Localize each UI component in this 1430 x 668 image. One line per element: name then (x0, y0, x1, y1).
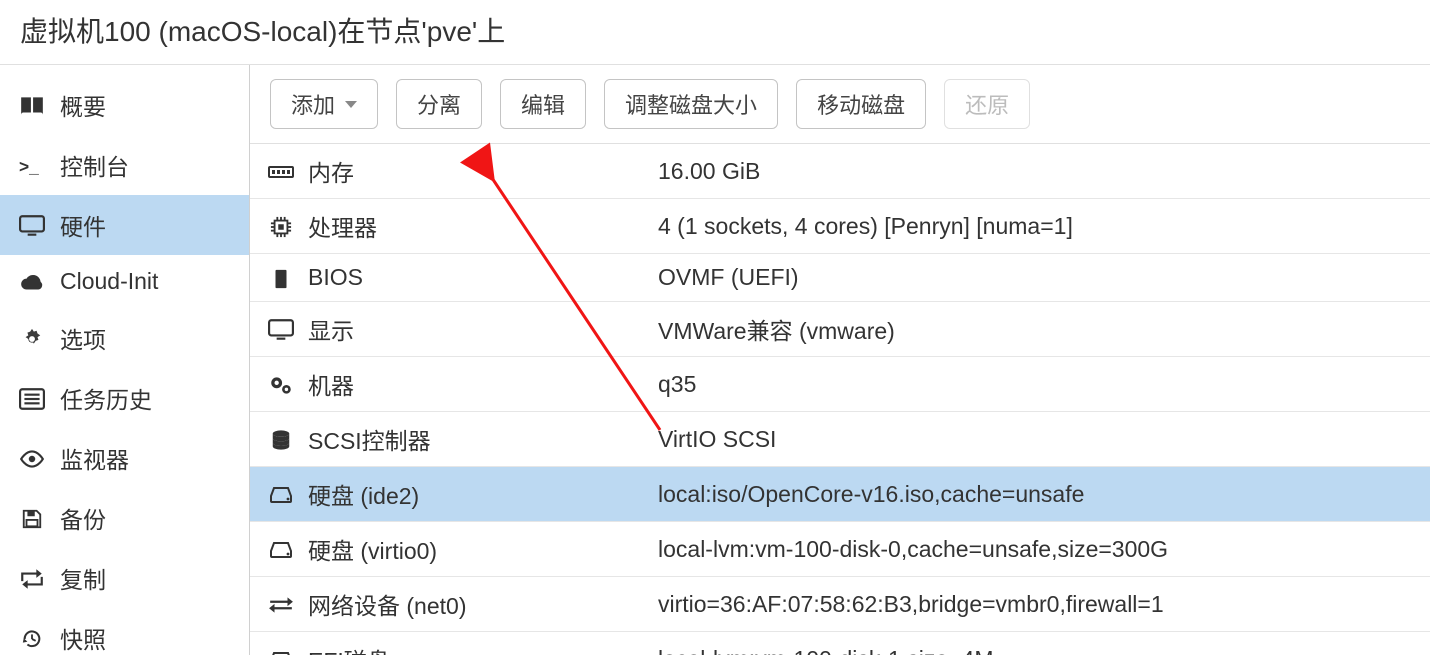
save-icon (18, 505, 46, 532)
sidebar-item-2[interactable]: 硬件 (0, 195, 249, 255)
hardware-row-value: VMWare兼容 (vmware) (658, 312, 1430, 346)
hardware-row-label: EFI磁盘 (308, 642, 658, 655)
hdd-icon (268, 536, 308, 563)
sidebar-item-label: 备份 (60, 501, 106, 535)
hardware-row-value: local-lvm:vm-100-disk-0,cache=unsafe,siz… (658, 536, 1430, 563)
sidebar-item-label: 任务历史 (60, 381, 152, 415)
edit-button[interactable]: 编辑 (500, 79, 586, 129)
sidebar-item-label: 监视器 (60, 441, 129, 475)
hardware-table: 内存16.00 GiB处理器4 (1 sockets, 4 cores) [Pe… (250, 144, 1430, 655)
detach-button[interactable]: 分离 (396, 79, 482, 129)
chip-icon (268, 264, 308, 291)
hardware-row-label: 网络设备 (net0) (308, 587, 658, 621)
cloud-icon (18, 268, 46, 295)
toolbar: 添加 分离 编辑 调整磁盘大小 移动磁盘 还原 (250, 65, 1430, 144)
hardware-row-value: virtio=36:AF:07:58:62:B3,bridge=vmbr0,fi… (658, 591, 1430, 618)
hardware-row[interactable]: 显示VMWare兼容 (vmware) (250, 302, 1430, 357)
hardware-row-label: SCSI控制器 (308, 422, 658, 456)
sidebar-item-0[interactable]: 概要 (0, 75, 249, 135)
hdd-icon (268, 646, 308, 656)
hardware-row-label: 内存 (308, 154, 658, 188)
monitor-icon (268, 316, 308, 343)
cpu-icon (268, 213, 308, 240)
hardware-row[interactable]: 硬盘 (ide2)local:iso/OpenCore-v16.iso,cach… (250, 467, 1430, 522)
sidebar-item-3[interactable]: Cloud-Init (0, 255, 249, 308)
hardware-row-value: 4 (1 sockets, 4 cores) [Penryn] [numa=1] (658, 213, 1430, 240)
hardware-row-value: OVMF (UEFI) (658, 264, 1430, 291)
sidebar-item-9[interactable]: 快照 (0, 608, 249, 668)
restore-button: 还原 (944, 79, 1030, 129)
hardware-row-label: BIOS (308, 264, 658, 291)
hardware-row[interactable]: EFI磁盘local-lvm:vm-100-disk-1,size=4M (250, 632, 1430, 655)
database-icon (268, 426, 308, 453)
sidebar-item-label: 概要 (60, 88, 106, 122)
retweet-icon (18, 565, 46, 592)
page-title: 虚拟机100 (macOS-local)在节点'pve'上 (0, 0, 1430, 65)
hardware-row-label: 处理器 (308, 209, 658, 243)
book-icon (18, 92, 46, 119)
list-icon (18, 385, 46, 412)
hardware-row[interactable]: 硬盘 (virtio0)local-lvm:vm-100-disk-0,cach… (250, 522, 1430, 577)
hardware-row-value: VirtIO SCSI (658, 426, 1430, 453)
resize-disk-button[interactable]: 调整磁盘大小 (604, 79, 778, 129)
hardware-row-value: local-lvm:vm-100-disk-1,size=4M (658, 646, 1430, 656)
hardware-row-value: local:iso/OpenCore-v16.iso,cache=unsafe (658, 481, 1430, 508)
hardware-row[interactable]: BIOSOVMF (UEFI) (250, 254, 1430, 302)
exchange-icon (268, 591, 308, 618)
history-icon (18, 625, 46, 652)
chevron-down-icon (345, 101, 357, 108)
hardware-row[interactable]: SCSI控制器VirtIO SCSI (250, 412, 1430, 467)
hardware-row[interactable]: 内存16.00 GiB (250, 144, 1430, 199)
add-button-label: 添加 (291, 88, 335, 120)
sidebar-item-label: 硬件 (60, 208, 106, 242)
move-disk-button[interactable]: 移动磁盘 (796, 79, 926, 129)
hardware-row-label: 机器 (308, 367, 658, 401)
sidebar-item-5[interactable]: 任务历史 (0, 368, 249, 428)
sidebar-item-label: 控制台 (60, 148, 129, 182)
hdd-icon (268, 481, 308, 508)
hardware-row-value: q35 (658, 371, 1430, 398)
sidebar: 概要>_控制台硬件Cloud-Init选项任务历史监视器备份复制快照 (0, 65, 250, 655)
gears-icon (268, 371, 308, 398)
gear-icon (18, 325, 46, 352)
sidebar-item-label: 选项 (60, 321, 106, 355)
hardware-row-label: 硬盘 (virtio0) (308, 532, 658, 566)
svg-text:>_: >_ (19, 157, 39, 177)
terminal-icon: >_ (18, 152, 46, 179)
sidebar-item-8[interactable]: 复制 (0, 548, 249, 608)
hardware-row-label: 硬盘 (ide2) (308, 477, 658, 511)
sidebar-item-1[interactable]: >_ 控制台 (0, 135, 249, 195)
add-button[interactable]: 添加 (270, 79, 378, 129)
sidebar-item-label: Cloud-Init (60, 268, 158, 295)
sidebar-item-6[interactable]: 监视器 (0, 428, 249, 488)
hardware-row[interactable]: 处理器4 (1 sockets, 4 cores) [Penryn] [numa… (250, 199, 1430, 254)
hardware-row[interactable]: 网络设备 (net0)virtio=36:AF:07:58:62:B3,brid… (250, 577, 1430, 632)
eye-icon (18, 445, 46, 472)
hardware-row-value: 16.00 GiB (658, 158, 1430, 185)
hardware-row-label: 显示 (308, 312, 658, 346)
sidebar-item-7[interactable]: 备份 (0, 488, 249, 548)
sidebar-item-label: 复制 (60, 561, 106, 595)
monitor-icon (18, 212, 46, 239)
sidebar-item-4[interactable]: 选项 (0, 308, 249, 368)
hardware-row[interactable]: 机器q35 (250, 357, 1430, 412)
memory-icon (268, 158, 308, 185)
